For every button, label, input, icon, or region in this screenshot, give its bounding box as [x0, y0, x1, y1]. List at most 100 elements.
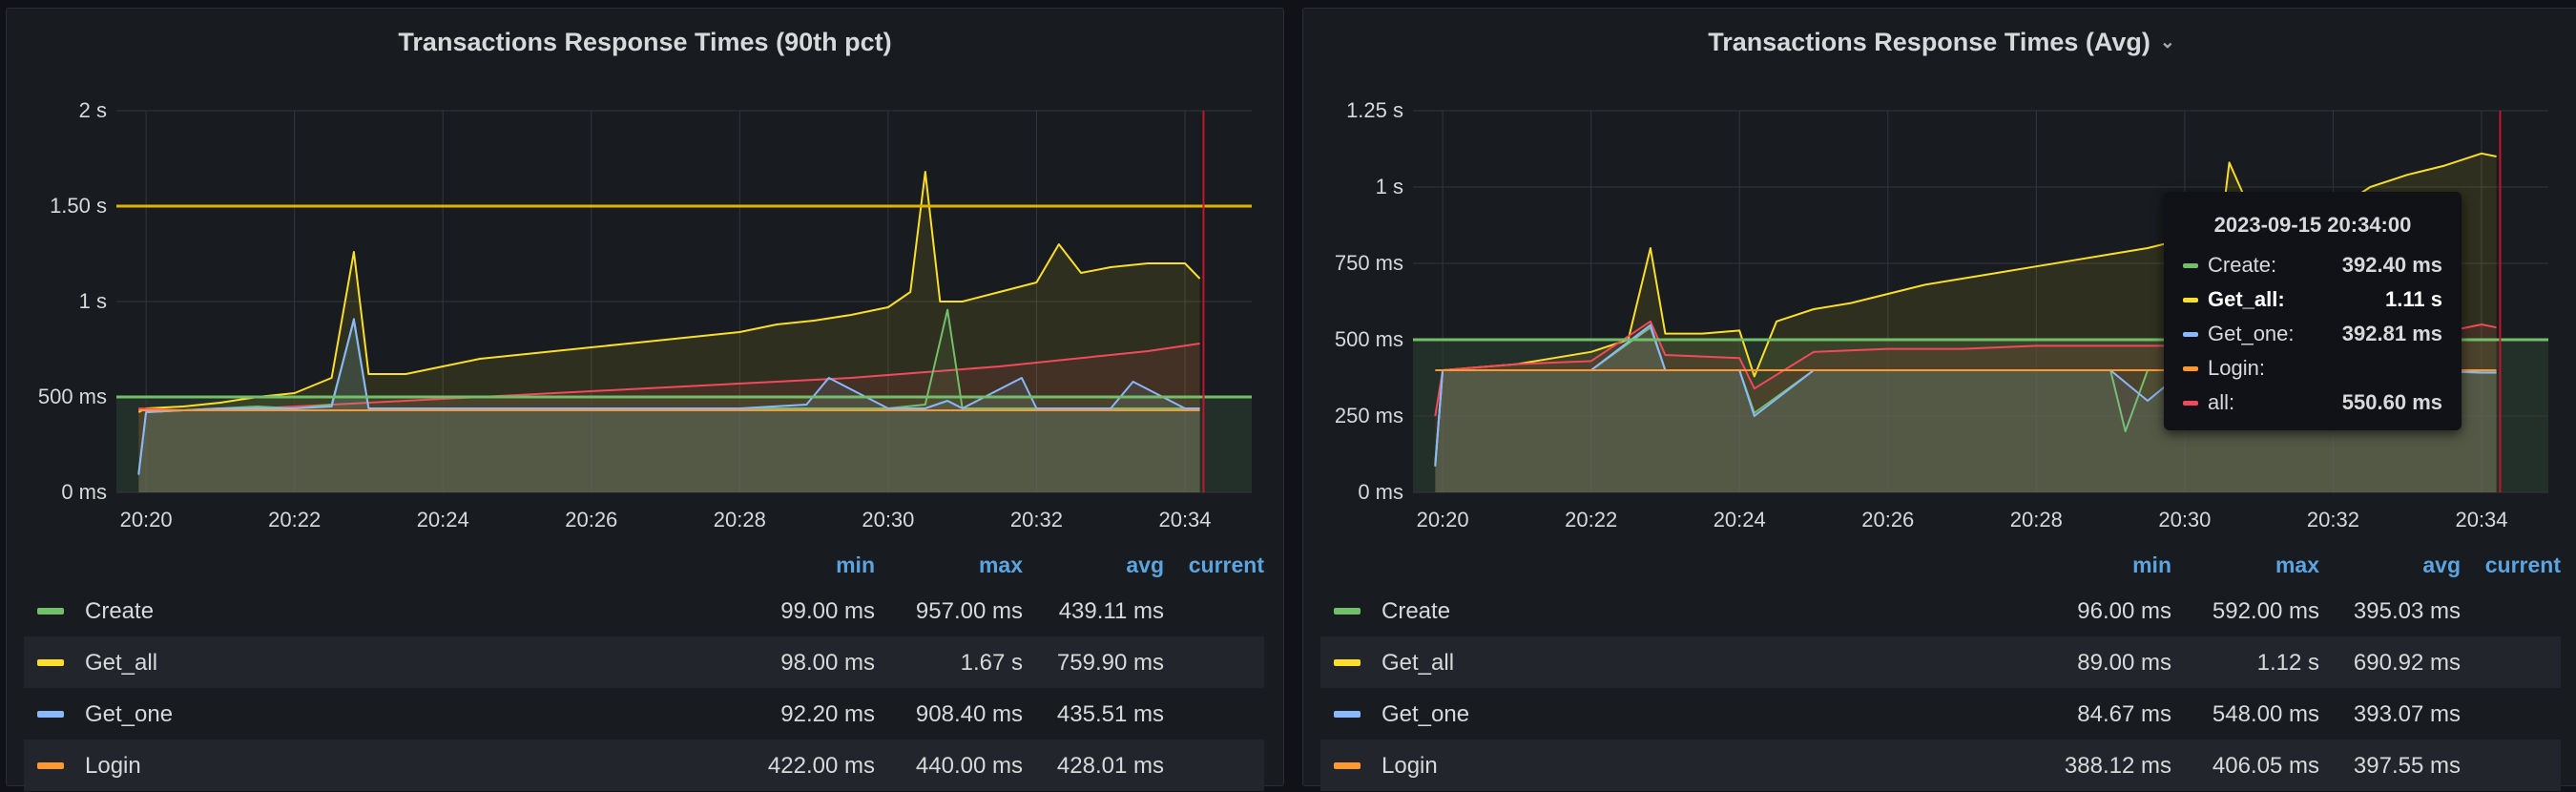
y-tick-label: 0 ms — [1358, 480, 1403, 504]
legend-row-create[interactable]: Create 99.00 ms 957.00 ms 439.11 ms — [24, 585, 1264, 636]
legend-row-login[interactable]: Login 388.12 ms 406.05 ms 397.55 ms — [1320, 740, 2561, 791]
y-tick-label: 500 ms — [38, 385, 107, 408]
legend-header-current[interactable]: current — [1189, 552, 1264, 578]
x-tick-label: 20:26 — [1861, 508, 1914, 529]
legend-max-value: 406.05 ms — [2212, 753, 2319, 779]
legend-table: min max avg current Create 99.00 ms 957.… — [24, 543, 1264, 791]
series-color-swatch[interactable] — [1334, 659, 1361, 666]
legend-min-value: 98.00 ms — [780, 650, 875, 676]
tooltip-row-create: Create: 392.40 ms — [2183, 251, 2442, 283]
legend-max-value: 957.00 ms — [915, 598, 1023, 624]
panel-title[interactable]: Transactions Response Times (90th pct) — [7, 28, 1283, 57]
y-tick-label: 1 s — [79, 289, 107, 313]
chevron-down-icon[interactable]: ⌄ — [2160, 32, 2175, 52]
panel-90th-pct: Transactions Response Times (90th pct) 0… — [6, 8, 1284, 791]
legend-header: min max avg current — [24, 543, 1264, 585]
series-name[interactable]: Login — [85, 753, 141, 780]
series-color-swatch[interactable] — [1334, 711, 1361, 718]
series-name[interactable]: Get_one — [85, 701, 173, 728]
series-color-swatch — [2183, 366, 2198, 371]
legend-row-create[interactable]: Create 96.00 ms 592.00 ms 395.03 ms — [1320, 585, 2561, 636]
x-tick-label: 20:20 — [120, 508, 173, 529]
legend-header: min max avg current — [1320, 543, 2561, 585]
legend-header-min[interactable]: min — [2132, 552, 2171, 578]
legend-max-value: 908.40 ms — [915, 701, 1023, 727]
legend-row-get-all[interactable]: Get_all 98.00 ms 1.67 s 759.90 ms — [24, 636, 1264, 688]
tooltip-label: Get_all: — [2208, 287, 2285, 311]
legend-min-value: 89.00 ms — [2077, 650, 2171, 676]
y-tick-label: 750 ms — [1335, 251, 1403, 275]
series-color-swatch[interactable] — [37, 711, 64, 718]
series-color-swatch[interactable] — [37, 659, 64, 666]
legend-header-min[interactable]: min — [836, 552, 875, 578]
y-tick-label: 2 s — [79, 98, 107, 122]
x-tick-label: 20:28 — [2010, 508, 2063, 529]
legend-table: min max avg current Create 96.00 ms 592.… — [1320, 543, 2561, 791]
panel-avg: Transactions Response Times (Avg) ⌄ 0 ms 2… — [1302, 8, 2576, 791]
tooltip-value: 550.60 ms — [2341, 390, 2442, 414]
legend-avg-value: 759.90 ms — [1056, 650, 1164, 676]
x-tick-label: 20:32 — [2307, 508, 2359, 529]
y-tick-label: 1.25 s — [1346, 98, 1403, 122]
tooltip-row-get-all: Get_all: 1.11 s — [2183, 285, 2442, 318]
tooltip-label: Create: — [2208, 253, 2277, 277]
series-color-swatch[interactable] — [37, 608, 64, 615]
y-tick-label: 500 ms — [1335, 327, 1403, 351]
series-color-swatch — [2183, 332, 2198, 337]
panel-title-text[interactable]: Transactions Response Times (Avg) — [1708, 28, 2150, 56]
x-tick-label: 20:30 — [862, 508, 914, 529]
series-name[interactable]: Get_all — [1381, 650, 1454, 677]
tooltip-value: 1.11 s — [2385, 287, 2442, 311]
legend-max-value: 592.00 ms — [2212, 598, 2319, 624]
y-tick-label: 1.50 s — [50, 194, 107, 218]
x-tick-label: 20:34 — [1158, 508, 1211, 529]
legend-max-value: 440.00 ms — [915, 753, 1023, 779]
x-tick-label: 20:32 — [1010, 508, 1063, 529]
legend-header-current[interactable]: current — [2485, 552, 2561, 578]
series-name[interactable]: Create — [85, 598, 154, 625]
tooltip-label: Login: — [2208, 356, 2265, 380]
legend-min-value: 388.12 ms — [2064, 753, 2171, 779]
tooltip-row-all: all: 550.60 ms — [2183, 388, 2442, 421]
y-tick-label: 250 ms — [1335, 404, 1403, 427]
tooltip-label: all: — [2208, 390, 2235, 414]
x-tick-label: 20:24 — [417, 508, 469, 529]
legend-min-value: 99.00 ms — [780, 598, 875, 624]
y-tick-label: 0 ms — [61, 480, 107, 504]
legend-avg-value: 690.92 ms — [2353, 650, 2461, 676]
series-color-swatch — [2183, 263, 2198, 268]
legend-header-avg[interactable]: avg — [1126, 552, 1164, 578]
tooltip-value: 392.81 ms — [2341, 322, 2442, 345]
chart-plot[interactable]: 0 ms 500 ms 1 s 1.50 s 2 s 20:20 20:22 20:24 20:… — [16, 90, 1274, 529]
legend-header-avg[interactable]: avg — [2422, 552, 2461, 578]
tooltip-row-login: Login: — [2183, 354, 2442, 386]
series-name[interactable]: Get_all — [85, 650, 157, 677]
legend-header-max[interactable]: max — [979, 552, 1023, 578]
legend-avg-value: 439.11 ms — [1058, 598, 1164, 624]
series-name[interactable]: Get_one — [1381, 701, 1469, 728]
legend-header-max[interactable]: max — [2275, 552, 2319, 578]
legend-avg-value: 395.03 ms — [2353, 598, 2461, 624]
series-name[interactable]: Login — [1381, 753, 1438, 780]
x-tick-label: 20:22 — [1565, 508, 1617, 529]
x-tick-label: 20:24 — [1714, 508, 1766, 529]
tooltip-timestamp: 2023-09-15 20:34:00 — [2213, 213, 2412, 237]
series-name[interactable]: Create — [1381, 598, 1450, 625]
legend-avg-value: 393.07 ms — [2353, 701, 2461, 727]
series-color-swatch — [2183, 401, 2198, 406]
series-color-swatch[interactable] — [37, 762, 64, 769]
x-tick-label: 20:20 — [1417, 508, 1469, 529]
legend-row-get-one[interactable]: Get_one 84.67 ms 548.00 ms 393.07 ms — [1320, 688, 2561, 740]
x-tick-label: 20:28 — [714, 508, 766, 529]
legend-min-value: 96.00 ms — [2077, 598, 2171, 624]
legend-row-login[interactable]: Login 422.00 ms 440.00 ms 428.01 ms — [24, 740, 1264, 791]
series-color-swatch[interactable] — [1334, 762, 1361, 769]
panel-title[interactable]: Transactions Response Times (Avg) ⌄ — [1303, 28, 2576, 57]
x-tick-label: 20:26 — [565, 508, 617, 529]
legend-row-get-all[interactable]: Get_all 89.00 ms 1.12 s 690.92 ms — [1320, 636, 2561, 688]
legend-min-value: 84.67 ms — [2077, 701, 2171, 727]
series-color-swatch[interactable] — [1334, 608, 1361, 615]
legend-avg-value: 435.51 ms — [1056, 701, 1164, 727]
legend-row-get-one[interactable]: Get_one 92.20 ms 908.40 ms 435.51 ms — [24, 688, 1264, 740]
tooltip-label: Get_one: — [2208, 322, 2295, 345]
